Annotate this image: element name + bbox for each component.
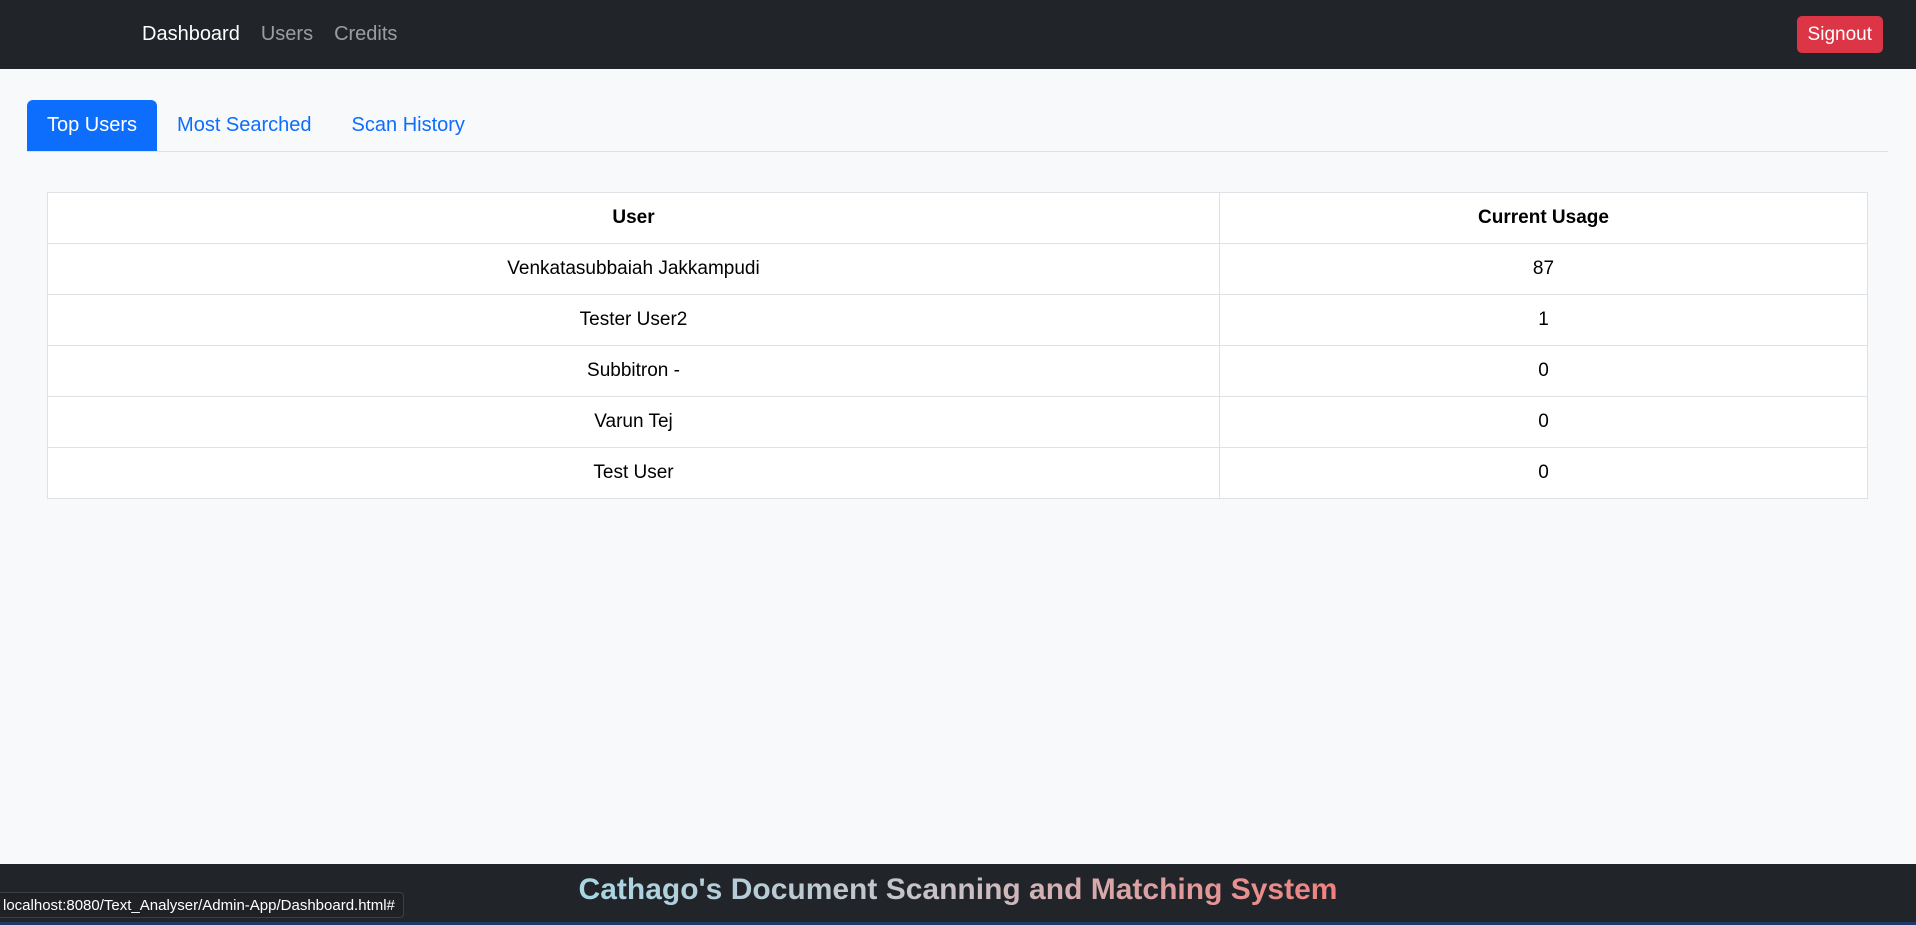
footer-title: Cathago's Document Scanning and Matching… — [578, 873, 1338, 906]
status-bar-url: localhost:8080/Text_Analyser/Admin-App/D… — [0, 892, 404, 918]
top-users-table-container: User Current Usage Venkatasubbaiah Jakka… — [47, 192, 1868, 499]
tab-top-users[interactable]: Top Users — [27, 100, 158, 151]
cell-usage: 0 — [1219, 447, 1868, 499]
table-row: Test User 0 — [47, 447, 1868, 499]
cell-usage: 1 — [1219, 294, 1868, 346]
table-row: Varun Tej 0 — [47, 396, 1868, 448]
signout-button[interactable]: Signout — [1796, 16, 1883, 53]
dashboard-tabs: Top Users Most Searched Scan History — [27, 100, 1888, 152]
nav-link-credits[interactable]: Credits — [334, 23, 397, 46]
top-users-table: User Current Usage Venkatasubbaiah Jakka… — [47, 192, 1868, 499]
cell-user: Test User — [47, 447, 1220, 499]
top-navbar: Dashboard Users Credits Signout — [0, 0, 1916, 69]
tab-scan-history[interactable]: Scan History — [332, 100, 485, 151]
column-header-current-usage: Current Usage — [1219, 192, 1868, 244]
cell-user: Varun Tej — [47, 396, 1220, 448]
nav-link-dashboard[interactable]: Dashboard — [142, 23, 240, 46]
column-header-user: User — [47, 192, 1220, 244]
cell-usage: 87 — [1219, 243, 1868, 295]
tab-most-searched[interactable]: Most Searched — [157, 100, 332, 151]
cell-user: Tester User2 — [47, 294, 1220, 346]
table-row: Subbitron - 0 — [47, 345, 1868, 397]
nav-link-users[interactable]: Users — [261, 23, 313, 46]
nav-links: Dashboard Users Credits — [142, 0, 418, 69]
table-header-row: User Current Usage — [47, 192, 1868, 244]
cell-user: Venkatasubbaiah Jakkampudi — [47, 243, 1220, 295]
cell-user: Subbitron - — [47, 345, 1220, 397]
cell-usage: 0 — [1219, 345, 1868, 397]
cell-usage: 0 — [1219, 396, 1868, 448]
table-row: Tester User2 1 — [47, 294, 1868, 346]
table-row: Venkatasubbaiah Jakkampudi 87 — [47, 243, 1868, 295]
